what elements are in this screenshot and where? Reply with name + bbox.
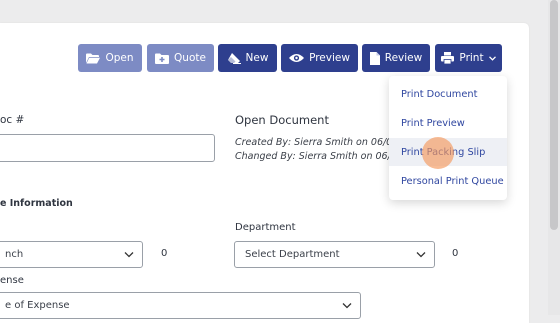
eraser-icon (227, 52, 241, 64)
scrollbar-thumb[interactable] (550, 0, 558, 230)
print-button[interactable]: Print (435, 44, 502, 72)
review-button[interactable]: Review (362, 44, 430, 72)
menu-item-personal-print-queue[interactable]: Personal Print Queue (389, 167, 507, 195)
chevron-down-icon (342, 300, 352, 311)
chevron-down-icon (488, 55, 496, 61)
cursor-highlight (422, 137, 454, 169)
created-by-text: Created By: Sierra Smith on 06/01/ (235, 137, 402, 148)
department-select[interactable]: Select Department (234, 241, 435, 268)
menu-item-print-document[interactable]: Print Document (389, 80, 507, 108)
branch-count: 0 (161, 248, 168, 259)
changed-by-text: Changed By: Sierra Smith on 06/01/ (235, 151, 407, 162)
folder-plus-icon (155, 53, 170, 64)
menu-item-print-preview[interactable]: Print Preview (389, 109, 507, 137)
expense-label: ense (0, 275, 24, 286)
open-document-label: Open Document (235, 113, 329, 127)
doc-number-label: oc # (0, 114, 25, 126)
folder-icon (86, 53, 101, 64)
new-button[interactable]: New (218, 44, 277, 72)
open-button[interactable]: Open (78, 44, 142, 72)
branch-select[interactable]: nch (0, 241, 143, 268)
document-icon (369, 51, 380, 65)
page-scrollbar[interactable] (548, 0, 560, 315)
quote-button[interactable]: Quote (147, 44, 214, 72)
preview-button[interactable]: Preview (281, 44, 358, 72)
section-title: e Information (0, 198, 73, 209)
doc-number-input[interactable] (0, 134, 215, 162)
chevron-down-icon (124, 249, 134, 260)
department-label: Department (235, 222, 296, 233)
department-count: 0 (452, 248, 459, 259)
printer-icon (441, 52, 455, 64)
print-dropdown-menu: Print Document Print Preview Print Packi… (389, 76, 507, 200)
chevron-down-icon (416, 249, 426, 260)
eye-icon (289, 53, 305, 63)
